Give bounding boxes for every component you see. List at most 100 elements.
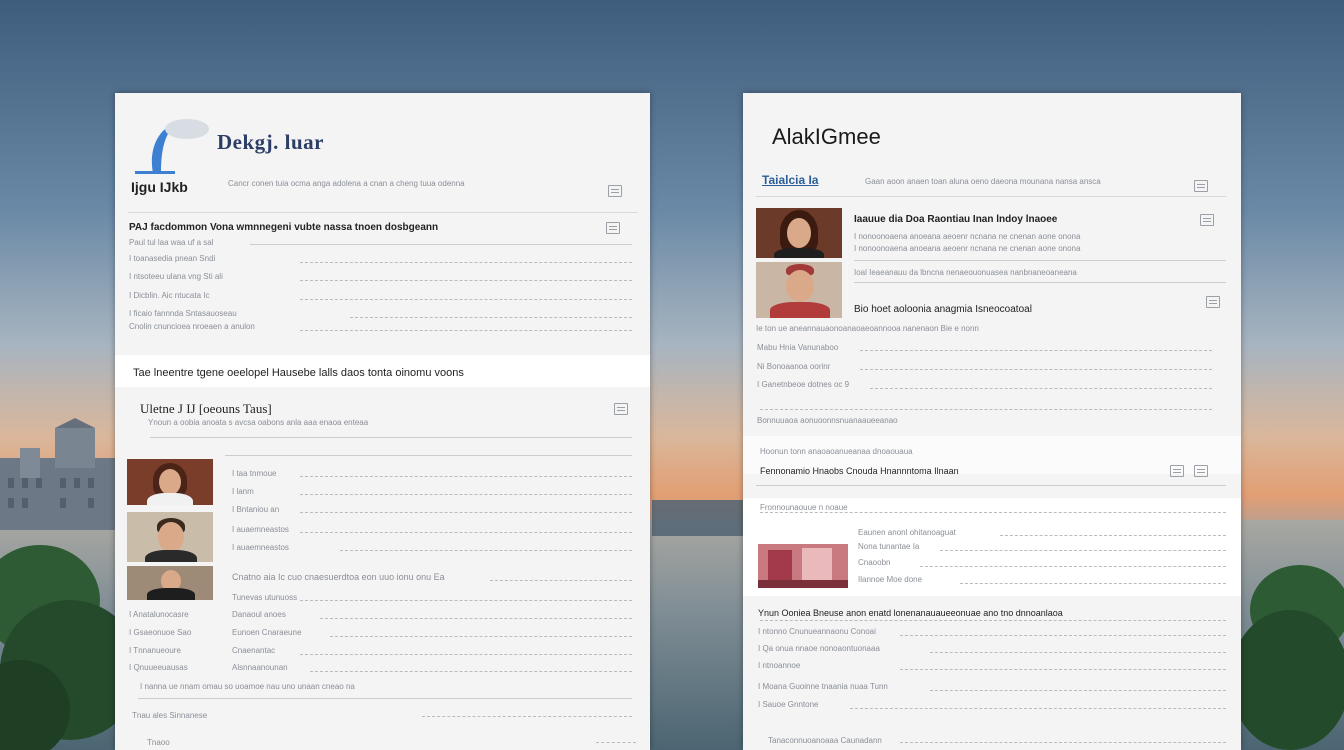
doc1-list2-right: Eunoen Cnaraeune	[232, 628, 302, 637]
divider	[300, 262, 632, 264]
divider	[900, 635, 1226, 637]
divider	[250, 244, 632, 245]
doc1-footer-bottom: Tnaoo	[147, 738, 170, 747]
doc1-footer-left: Tnau ales Sinnanese	[132, 711, 208, 720]
doc2-person-title: Iaauue dia Doa Raontiau Inan lndoy lnaoe…	[854, 214, 1058, 225]
divider	[300, 280, 632, 282]
divider	[300, 494, 632, 496]
doc1-list2-right: Alsnnaanounan	[232, 663, 288, 672]
doc2-list1-tail: Bonnuuaoa aonuoonnsnuanaaueeanao	[757, 416, 898, 425]
divider	[850, 708, 1226, 710]
divider	[225, 455, 632, 456]
doc2-section2-row: Ilannoe Moe done	[858, 575, 923, 584]
divider	[854, 260, 1226, 261]
distant-skyline	[652, 500, 744, 536]
person-photo	[127, 459, 213, 505]
doc2-sub-title: Taialcia Ia	[762, 173, 819, 187]
tree-left	[0, 545, 120, 750]
doc2-list1-item: I Ganetnbeoe dotnes oc 9	[757, 380, 850, 389]
doc2-title: AlakIGmee	[772, 124, 881, 149]
divider	[300, 654, 632, 656]
doc1-list2-item: I Gsaeonuoe Sao	[129, 628, 192, 637]
doc1-list2-item: I Anatalunocasre	[129, 610, 189, 619]
divider	[596, 742, 636, 744]
doc1-list2-right: Cnaenantac	[232, 646, 276, 655]
doc2-person-icon[interactable]	[1200, 214, 1214, 226]
divider	[490, 580, 632, 582]
castle-illustration	[0, 418, 120, 530]
doc1-banner: Tae lneentre tgene oeelopel Hausebe lall…	[133, 367, 464, 379]
doc2-person-line1b: I nonoonoaena anoeana aeoenr ncnana ne c…	[854, 244, 1081, 253]
doc1-menu-icon[interactable]	[608, 185, 622, 197]
doc1-list2-right: Danaoul anoes	[232, 610, 286, 619]
divider	[300, 600, 632, 602]
doc2-person-section: Bio hoet aoloonia anagmia Isneocoatoal	[854, 304, 1032, 315]
divider	[756, 485, 1226, 486]
divider	[900, 669, 1226, 671]
doc1-section2-sub: Ynoun a oobia anoata s avcsa oabons anla…	[148, 418, 369, 427]
doc1-footer-line: I nanna ue nnam omau so uoamoe nau uno u…	[140, 682, 355, 691]
doc2-section2-row: Cnaoobn	[858, 558, 891, 567]
doc1-people-row: I auaemneastos	[232, 525, 289, 534]
doc1-list2-item: I Tnnanueoure	[129, 646, 181, 655]
brand-logo	[135, 119, 209, 174]
doc1-row1-icon[interactable]	[606, 222, 620, 234]
doc2-footer: Tanaconnuoanoaaa Caunadann	[768, 736, 882, 745]
doc2-list2-item: I ntnoannoe	[758, 661, 801, 670]
doc1-people-row: I lanm	[232, 487, 254, 496]
divider	[300, 299, 632, 301]
doc1-row2: Paul tul laa waa uf a sal	[129, 238, 214, 247]
doc2-section2-row: Nona tunantae Ia	[858, 542, 920, 551]
doc1-row1: PAJ facdommon Vona wmnnegeni vubte nassa…	[129, 222, 439, 233]
doc2-section2-row: Eaunen anonl ohitanoaguat	[858, 528, 956, 537]
tree-right	[1240, 565, 1344, 750]
doc1-people-row: I auaemneastos	[232, 543, 289, 552]
doc2-list2-item: I Sauoe Gnntone	[758, 700, 819, 709]
doc1-section2-icon[interactable]	[614, 403, 628, 415]
divider	[150, 437, 632, 438]
doc2-band-icon-2[interactable]	[1194, 465, 1208, 477]
divider	[756, 196, 1226, 197]
person-photo	[127, 566, 213, 600]
doc2-person-section-icon[interactable]	[1206, 296, 1220, 308]
person-photo	[127, 512, 213, 562]
doc1-list1-item: I Dicblin. Aic ntucata Ic	[129, 291, 210, 300]
divider	[760, 620, 1226, 622]
person-photo	[756, 208, 842, 258]
doc2-section3-line: Ynun Ooniea Bneuse anon enatd lonenanaua…	[758, 608, 1063, 618]
divider	[300, 532, 632, 534]
divider	[940, 550, 1226, 552]
divider	[930, 690, 1226, 692]
doc1-heading: Ijgu IJkb	[131, 179, 188, 195]
doc2-menu-icon[interactable]	[1194, 180, 1208, 192]
divider	[128, 212, 638, 213]
person-photo	[756, 262, 842, 318]
divider	[760, 409, 1212, 411]
doc2-header-line: Gaan aoon anaen toan aluna oeno daeona m…	[865, 177, 1101, 186]
doc2-list2-item: I Qa onua nnaoe nonoaontuonaaa	[758, 644, 880, 653]
doc2-person-section-sub: Ie ton ue aneannauaonoanaoaeoannooa nane…	[756, 324, 979, 333]
doc2-person-line1: I nonoonoaena anoeana aeoenr ncnana ne c…	[854, 232, 1081, 241]
divider	[920, 566, 1226, 568]
event-photo	[758, 544, 848, 588]
divider	[860, 369, 1212, 371]
divider	[854, 282, 1226, 283]
doc1-list1-tail: Cnolin cnuncioea nroeaen a anulon	[129, 322, 255, 331]
doc1-people-row: I Bntaniou an	[232, 505, 280, 514]
divider	[310, 671, 632, 673]
divider	[1000, 535, 1226, 537]
doc1-people-tail: Cnatno aia Ic cuo cnaesuerdtoa eon uuo i…	[232, 572, 445, 582]
doc2-band-icon[interactable]	[1170, 465, 1184, 477]
divider	[930, 652, 1226, 654]
doc1-section2-title: Uletne J IJ [oeouns Taus]	[140, 401, 272, 416]
doc1-header-line: Cancr conen tuia ocma anga adolena a cna…	[228, 179, 465, 188]
doc2-list2-item: I ntonno Cnunueannaonu Conoai	[758, 627, 876, 636]
divider	[300, 476, 632, 478]
doc2-list1-item: Ni Bonoaanoa oorinr	[757, 362, 831, 371]
doc2-band-line: Hoonun tonn anaoaoanueanaa dnoaouaua	[760, 447, 913, 456]
doc1-people-tail2: Tunevas utunuoss	[232, 593, 298, 602]
divider	[300, 512, 632, 514]
divider	[860, 350, 1212, 352]
divider	[340, 550, 632, 552]
doc2-person-line2: Ioal Ieaeanauu da lbncna nenaeouonuasea …	[854, 268, 1077, 277]
